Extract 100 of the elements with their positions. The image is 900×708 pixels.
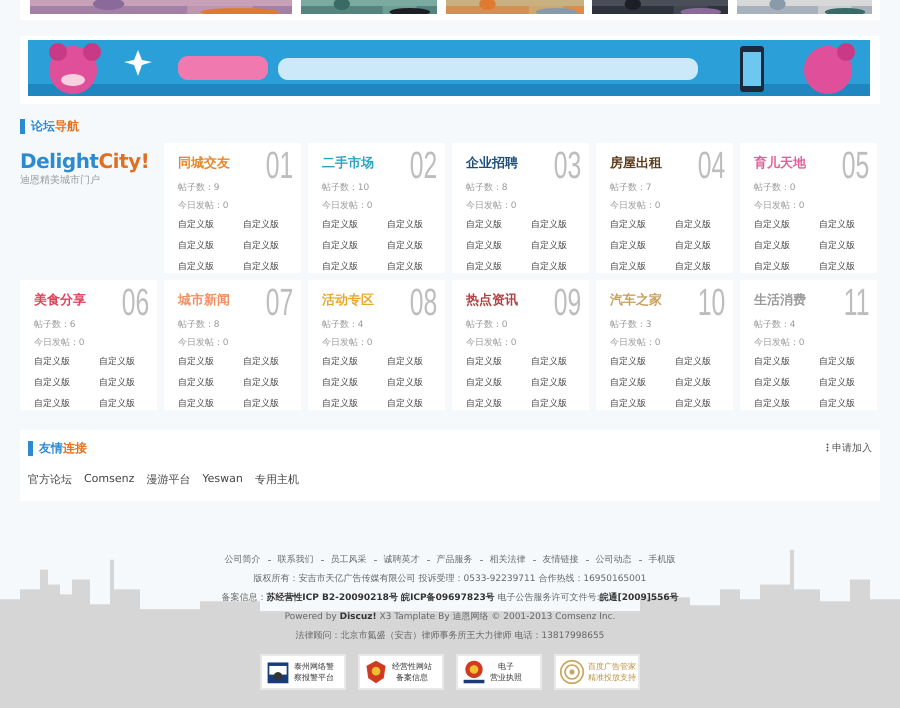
subforum-link[interactable]: 自定义版 bbox=[754, 236, 819, 257]
subforum-link[interactable]: 自定义版 bbox=[610, 236, 675, 257]
subforum-link[interactable]: 自定义版 bbox=[387, 373, 452, 394]
subforum-link[interactable]: 自定义版 bbox=[675, 215, 740, 236]
subforum-link[interactable]: 自定义版 bbox=[387, 215, 452, 236]
subforum-link[interactable]: 自定义版 bbox=[466, 352, 531, 373]
subforum-link[interactable]: 自定义版 bbox=[610, 352, 675, 373]
subforum-link[interactable]: 自定义版 bbox=[610, 257, 675, 278]
site-slogan: 迪恩精美城市门户 bbox=[20, 174, 101, 187]
subforum-link[interactable]: 自定义版 bbox=[610, 394, 675, 415]
subforum-link[interactable]: 自定义版 bbox=[322, 236, 387, 257]
post-count: 帖子数 : 3 bbox=[610, 318, 652, 332]
subforum-link[interactable]: 自定义版 bbox=[754, 373, 819, 394]
friend-link[interactable]: 专用主机 bbox=[254, 472, 299, 487]
board-title[interactable]: 美食分享 bbox=[34, 291, 86, 309]
subforum-link[interactable]: 自定义版 bbox=[178, 257, 243, 278]
subforum-link[interactable]: 自定义版 bbox=[466, 236, 531, 257]
subforum-link[interactable]: 自定义版 bbox=[466, 373, 531, 394]
board-title[interactable]: 房屋出租 bbox=[610, 154, 662, 172]
board-title[interactable]: 企业招聘 bbox=[466, 154, 518, 172]
today-count: 今日发帖 : 0 bbox=[322, 200, 374, 213]
subforum-link[interactable]: 自定义版 bbox=[178, 352, 243, 373]
subforum-link[interactable]: 自定义版 bbox=[754, 257, 819, 278]
footer-text: Powered by Discuz! X3 Tamplate By 迪恩网络 © 2001-2013 Comsenz Inc. bbox=[284, 610, 616, 624]
subforum-link[interactable]: 自定义版 bbox=[178, 215, 243, 236]
footer-link[interactable]: 相关法律 bbox=[490, 550, 526, 570]
subforum-link[interactable]: 自定义版 bbox=[243, 215, 308, 236]
subforum-link[interactable]: 自定义版 bbox=[531, 257, 596, 278]
subforum-link[interactable]: 自定义版 bbox=[178, 236, 243, 257]
footer-link[interactable]: 诚聘英才 bbox=[384, 550, 420, 570]
footer-link[interactable]: 联系我们 bbox=[278, 550, 314, 570]
subforum-link[interactable]: 自定义版 bbox=[99, 373, 164, 394]
subforum-link[interactable]: 自定义版 bbox=[99, 394, 164, 415]
subforum-link[interactable]: 自定义版 bbox=[387, 236, 452, 257]
subforum-link[interactable]: 自定义版 bbox=[243, 257, 308, 278]
subforum-link[interactable]: 自定义版 bbox=[610, 373, 675, 394]
footer-link[interactable]: 公司动态 bbox=[596, 550, 632, 570]
subforum-link[interactable]: 自定义版 bbox=[387, 257, 452, 278]
subforum-link[interactable]: 自定义版 bbox=[322, 215, 387, 236]
subforum-link[interactable]: 自定义版 bbox=[178, 394, 243, 415]
subforum-link[interactable]: 自定义版 bbox=[531, 236, 596, 257]
friend-link[interactable]: 漫游平台 bbox=[146, 472, 190, 487]
subforum-link[interactable]: 自定义版 bbox=[34, 394, 99, 415]
friend-link[interactable]: 官方论坛 bbox=[28, 472, 72, 487]
footer-link[interactable]: 产品服务 bbox=[436, 550, 472, 570]
board-number: 08 bbox=[410, 288, 437, 318]
subforum-link[interactable]: 自定义版 bbox=[531, 215, 596, 236]
subforum-link[interactable]: 自定义版 bbox=[243, 373, 308, 394]
subforum-link[interactable]: 自定义版 bbox=[819, 236, 884, 257]
subforum-link[interactable]: 自定义版 bbox=[531, 373, 596, 394]
subforum-link[interactable]: 自定义版 bbox=[322, 257, 387, 278]
subforum-link[interactable]: 自定义版 bbox=[34, 373, 99, 394]
subforum-link[interactable]: 自定义版 bbox=[99, 352, 164, 373]
subforum-link[interactable]: 自定义版 bbox=[819, 394, 884, 415]
subforum-link[interactable]: 自定义版 bbox=[754, 352, 819, 373]
subforum-link[interactable]: 自定义版 bbox=[754, 394, 819, 415]
certificate-badge[interactable]: 经营性网站 备案信息 bbox=[358, 654, 444, 690]
subforum-link[interactable]: 自定义版 bbox=[34, 352, 99, 373]
footer-link[interactable]: 公司简介 bbox=[224, 550, 260, 570]
subforum-link[interactable]: 自定义版 bbox=[610, 215, 675, 236]
subforum-link[interactable]: 自定义版 bbox=[531, 352, 596, 373]
subforum-link[interactable]: 自定义版 bbox=[322, 394, 387, 415]
dots-icon bbox=[826, 443, 829, 452]
subforum-link[interactable]: 自定义版 bbox=[675, 373, 740, 394]
subforum-link[interactable]: 自定义版 bbox=[819, 352, 884, 373]
apply-link[interactable]: 申请加入 bbox=[826, 441, 872, 455]
subforum-link[interactable]: 自定义版 bbox=[754, 215, 819, 236]
subforum-link[interactable]: 自定义版 bbox=[819, 257, 884, 278]
subforum-link[interactable]: 自定义版 bbox=[675, 257, 740, 278]
board-number: 06 bbox=[122, 288, 149, 318]
certificate-badge[interactable]: 电子 营业执照 bbox=[456, 654, 542, 690]
subforum-link[interactable]: 自定义版 bbox=[387, 352, 452, 373]
subforum-link[interactable]: 自定义版 bbox=[819, 373, 884, 394]
footer-link[interactable]: 员工风采 bbox=[330, 550, 366, 570]
subforum-link[interactable]: 自定义版 bbox=[243, 352, 308, 373]
subforum-link[interactable]: 自定义版 bbox=[466, 257, 531, 278]
footer-link[interactable]: 友情链接 bbox=[542, 550, 578, 570]
subforum-link[interactable]: 自定义版 bbox=[675, 236, 740, 257]
board-number: 07 bbox=[266, 288, 293, 318]
subforum-link[interactable]: 自定义版 bbox=[531, 394, 596, 415]
subforum-link[interactable]: 自定义版 bbox=[178, 373, 243, 394]
board-number: 10 bbox=[698, 288, 725, 318]
footer-link[interactable]: 手机版 bbox=[648, 550, 676, 570]
subforum-link[interactable]: 自定义版 bbox=[387, 394, 452, 415]
subforum-link[interactable]: 自定义版 bbox=[466, 215, 531, 236]
friend-link[interactable]: Yeswan bbox=[202, 472, 243, 487]
site-logo[interactable]: DelightCity! bbox=[20, 149, 157, 173]
subforum-link[interactable]: 自定义版 bbox=[466, 394, 531, 415]
subforum-link[interactable]: 自定义版 bbox=[322, 373, 387, 394]
friend-link[interactable]: Comsenz bbox=[84, 472, 134, 487]
post-count: 帖子数 : 8 bbox=[466, 182, 508, 195]
subforum-link[interactable]: 自定义版 bbox=[675, 394, 740, 415]
certificate-badge[interactable]: 泰州网络警 察报警平台 bbox=[260, 654, 346, 690]
subforum-link[interactable]: 自定义版 bbox=[675, 352, 740, 373]
target-icon bbox=[559, 659, 585, 685]
board-title[interactable]: 热点资讯 bbox=[466, 291, 518, 309]
subforum-link[interactable]: 自定义版 bbox=[243, 236, 308, 257]
subforum-link[interactable]: 自定义版 bbox=[322, 352, 387, 373]
subforum-link[interactable]: 自定义版 bbox=[819, 215, 884, 236]
subforum-link[interactable]: 自定义版 bbox=[243, 394, 308, 415]
